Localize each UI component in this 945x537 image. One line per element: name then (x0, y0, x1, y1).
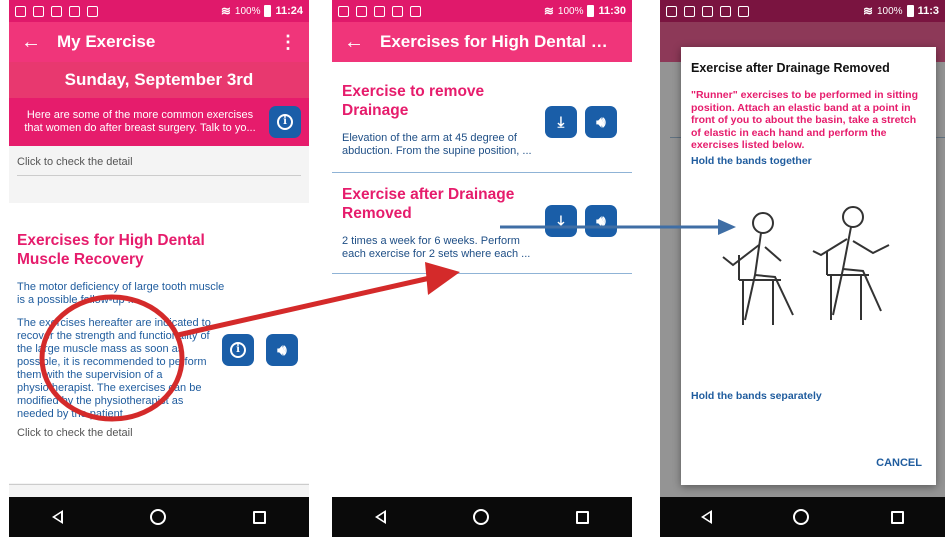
info-button[interactable]: i (222, 334, 254, 366)
nav-bar (660, 497, 945, 537)
speaker-icon: 🔊︎ (277, 341, 287, 359)
nav-home-icon[interactable] (149, 509, 166, 525)
caption-together: Hold the bands together (691, 154, 812, 167)
nav-back-icon[interactable] (52, 510, 64, 524)
nav-recents-icon[interactable] (575, 510, 589, 524)
card-title: Exercises for High Dental Muscle Recover… (17, 232, 205, 268)
info-banner[interactable]: Here are some of the more common exercis… (9, 98, 309, 146)
page-title: Exercises for High Dental Mu... (380, 32, 620, 51)
app-bar: ← My Exercise ⋮ (9, 22, 309, 62)
battery-icon (587, 5, 595, 17)
info-icon: i (230, 342, 246, 358)
nav-bar (9, 497, 309, 537)
speaker-icon: 🔊︎ (596, 212, 606, 230)
divider (332, 273, 632, 274)
check-detail-link[interactable]: Click to check the detail (9, 156, 309, 168)
status-bar: ≋ 100% 11:3 (660, 0, 945, 22)
download-icon: ⤓ (557, 212, 565, 230)
phone-screen-exercise-list: ≋ 100% 11:30 ← Exercises for High Dental… (332, 0, 632, 537)
info-banner-text: Here are some of the more common exercis… (24, 109, 256, 134)
nav-recents-icon[interactable] (891, 510, 905, 524)
card-body: The exercises hereafter are indicated to… (17, 317, 211, 420)
download-button[interactable]: ⤓ (545, 205, 577, 237)
download-button[interactable]: ⤓ (545, 106, 577, 138)
speaker-icon: 🔊︎ (596, 113, 606, 131)
card-summary: The motor deficiency of large tooth musc… (17, 281, 225, 306)
exercise-dialog: Exercise after Drainage Removed "Runner"… (681, 47, 936, 485)
page-title: My Exercise (57, 32, 156, 51)
battery-level: 100% (557, 5, 584, 17)
info-icon: i (277, 114, 293, 130)
caption-separately: Hold the bands separately (691, 390, 822, 402)
app-bar: ← Exercises for High Dental Mu... (332, 22, 632, 62)
nav-home-icon[interactable] (793, 509, 810, 525)
battery-level: 100% (234, 5, 261, 17)
dialog-title: Exercise after Drainage Removed (691, 61, 890, 75)
exercise-illustration (722, 206, 890, 325)
battery-icon (906, 5, 914, 17)
phone-screen-exercise-dialog: ≋ 100% 11:3 Exercise after Drainage Remo… (660, 0, 945, 537)
wifi-icon: ≋ (543, 4, 554, 18)
audio-button[interactable]: 🔊︎ (266, 334, 298, 366)
battery-icon (264, 5, 272, 17)
audio-button[interactable]: 🔊︎ (585, 106, 617, 138)
cancel-button[interactable]: CANCEL (876, 457, 922, 469)
check-detail-link[interactable]: Click to check the detail (17, 427, 301, 439)
item-desc: 2 times a week for 6 weeks. Perform each… (342, 235, 531, 260)
back-arrow-icon[interactable]: ← (344, 31, 380, 54)
dialog-description: "Runner" exercises to be performed in si… (691, 89, 919, 151)
nav-bar (332, 497, 632, 537)
item-title: Exercise after Drainage Removed (342, 186, 515, 222)
clock: 11:24 (275, 5, 303, 17)
nav-back-icon[interactable] (375, 510, 387, 524)
phone-screen-my-exercise: ≋ 100% 11:24 ← My Exercise ⋮ Sunday, Sep… (9, 0, 309, 537)
status-bar: ≋ 100% 11:30 (332, 0, 632, 22)
battery-level: 100% (877, 5, 903, 17)
date-header: Sunday, September 3rd (9, 62, 309, 98)
audio-button[interactable]: 🔊︎ (585, 205, 617, 237)
item-desc: Elevation of the arm at 45 degree of abd… (342, 132, 532, 157)
item-title: Exercise to remove Drainage (342, 83, 485, 119)
exercise-card[interactable]: Exercises for High Dental Muscle Recover… (9, 203, 309, 483)
info-button[interactable]: i (269, 106, 301, 138)
wifi-icon: ≋ (862, 4, 873, 18)
wifi-icon: ≋ (220, 4, 231, 18)
download-icon: ⤓ (557, 113, 565, 131)
clock: 11:3 (917, 5, 939, 17)
nav-back-icon[interactable] (700, 510, 712, 524)
overflow-menu-icon[interactable]: ⋮ (279, 32, 297, 53)
status-bar: ≋ 100% 11:24 (9, 0, 309, 22)
clock: 11:30 (598, 5, 626, 17)
list-item[interactable]: Exercise to remove Drainage Elevation of… (332, 62, 632, 172)
nav-recents-icon[interactable] (252, 510, 266, 524)
nav-home-icon[interactable] (472, 509, 489, 525)
list-item[interactable]: Exercise after Drainage Removed 2 times … (332, 173, 632, 273)
back-arrow-icon[interactable]: ← (21, 31, 57, 54)
